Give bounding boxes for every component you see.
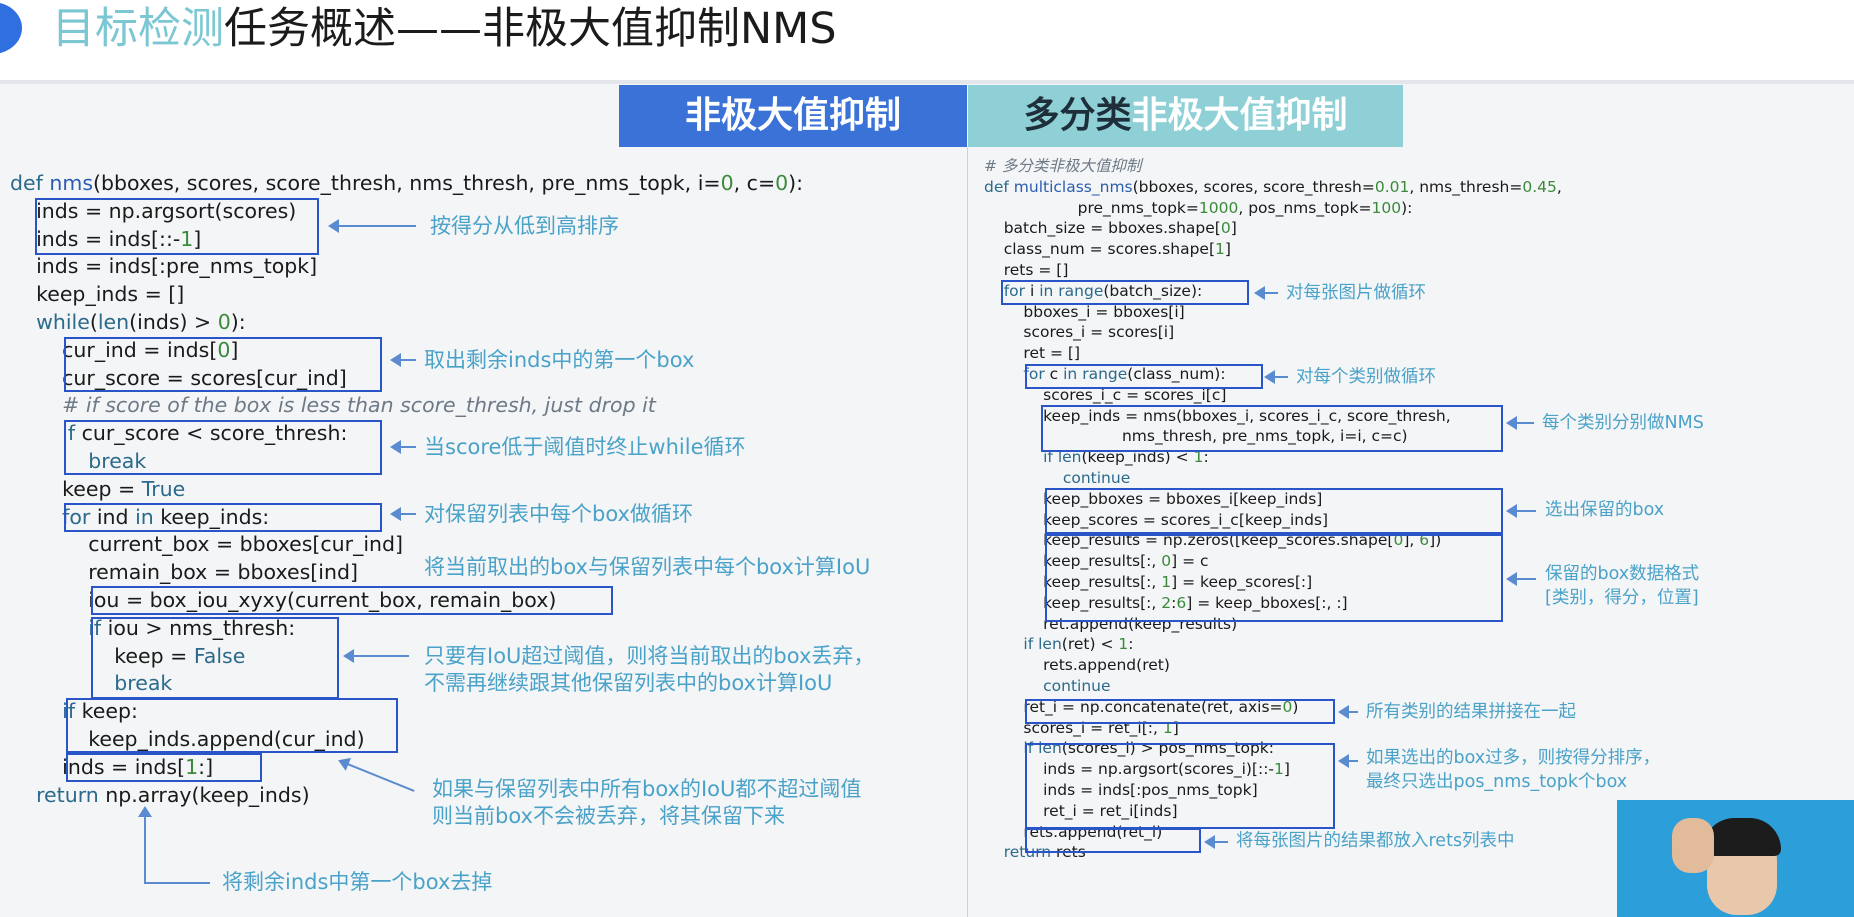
code-comment: # 多分类非极大值抑制 (984, 157, 1142, 175)
note: 将剩余inds中第一个box去掉 (222, 870, 493, 894)
note: 选出保留的box (1545, 500, 1665, 520)
code-line: if len(ret) < 1: (1023, 635, 1134, 654)
presenter-webcam (1617, 800, 1854, 917)
highlight-box (64, 420, 382, 475)
highlight-box (64, 503, 382, 532)
slide-title: 目标检测任务概述——非极大值抑制NMS (52, 4, 837, 54)
code-line: remain_box = bboxes[ind] (10, 560, 358, 585)
note: 将每张图片的结果都放入rets列表中 (1236, 831, 1515, 851)
arrow (1506, 504, 1536, 518)
highlight-box (91, 586, 613, 615)
title-divider (0, 80, 1854, 84)
arrow (1264, 370, 1288, 384)
arrow (390, 507, 416, 521)
arrow (390, 353, 416, 367)
highlight-box (1045, 534, 1503, 622)
arrow (390, 440, 416, 454)
code-line: ret = [] (984, 344, 1080, 363)
arrow-shaft (144, 882, 210, 884)
arrow-shaft (144, 812, 146, 884)
code-line: continue (1062, 468, 1131, 487)
code-line: batch_size = bboxes.shape[0] (984, 219, 1237, 238)
code-line: rets = [] (984, 260, 1069, 279)
note: 对每个类别做循环 (1296, 367, 1436, 387)
highlight-box (1025, 743, 1335, 829)
highlight-box (64, 337, 382, 392)
code-line: scores_i = scores[i] (984, 323, 1175, 342)
highlight-box (91, 617, 339, 699)
title-highlight: 目标检测 (52, 4, 224, 54)
code-line: def nms(bboxes, scores, score_thresh, nm… (10, 171, 804, 195)
highlight-box (1025, 364, 1263, 389)
arrow (1338, 754, 1358, 768)
highlight-box (35, 198, 319, 255)
highlight-box (66, 698, 398, 753)
highlight-box (1025, 828, 1201, 853)
banner-multiclass-nms: 多分类非极大值抑制 (968, 85, 1403, 147)
note: 如果与保留列表中所有box的IoU都不超过阈值 则当前box不会被丢弃，将其保留… (432, 777, 862, 828)
highlight-box (1001, 280, 1249, 305)
note: 按得分从低到高排序 (430, 214, 619, 238)
presenter-hair (1703, 818, 1781, 856)
code-line: keep_inds = [] (10, 282, 185, 307)
code-line: while(len(inds) > 0): (36, 309, 246, 334)
title-rest: 任务概述——非极大值抑制NMS (224, 4, 837, 54)
code-line: continue (1043, 676, 1111, 695)
note: 每个类别分别做NMS (1542, 413, 1704, 433)
code-line: keep = True (10, 476, 186, 501)
arrow (1254, 286, 1278, 300)
note: 对保留列表中每个box做循环 (424, 502, 693, 526)
highlight-box (1045, 488, 1503, 534)
arrow (1338, 705, 1358, 719)
arrow (1204, 835, 1228, 849)
column-separator (967, 147, 968, 917)
banner-nms: 非极大值抑制 (619, 85, 967, 147)
code-line: bboxes_i = bboxes[i] (984, 302, 1185, 321)
highlight-box (66, 753, 262, 782)
banner-nms-word: 非极大值抑制 (1131, 95, 1348, 136)
note: 所有类别的结果拼接在一起 (1366, 702, 1576, 722)
highlight-box (1025, 699, 1335, 724)
code-comment: # if score of the box is less than score… (10, 393, 656, 418)
arrow (343, 649, 409, 663)
arrow (1506, 416, 1534, 430)
code-line: def multiclass_nms(bboxes, scores, score… (984, 177, 1562, 196)
code-line: class_num = scores.shape[1] (984, 240, 1231, 259)
arrow-head (138, 806, 152, 817)
note: 取出剩余inds中的第一个box (424, 348, 695, 372)
code-line: rets.append(ret) (984, 656, 1170, 675)
note: 当score低于阈值时终止while循环 (424, 435, 746, 459)
note: 将当前取出的box与保留列表中每个box计算IoU (424, 555, 871, 579)
code-line: pre_nms_topk=1000, pos_nms_topk=100): (984, 198, 1413, 217)
highlight-box (1041, 405, 1503, 452)
code-line: inds = inds[:pre_nms_topk] (10, 254, 318, 279)
presenter-hand (1672, 818, 1714, 873)
code-line: current_box = bboxes[cur_ind] (10, 532, 404, 557)
note: 保留的box数据格式 [类别，得分，位置] (1545, 564, 1700, 608)
note: 对每张图片做循环 (1286, 283, 1426, 303)
code-line: return np.array(keep_inds) (36, 782, 310, 807)
note: 只要有IoU超过阈值，则将当前取出的box丢弃， 不需再继续跟其他保留列表中的b… (424, 644, 875, 695)
arrow (328, 219, 416, 233)
arrow (1506, 572, 1536, 586)
banner-multiclass-word: 多分类 (1023, 95, 1132, 136)
note: 如果选出的box过多，则按得分排序， 最终只选出pos_nms_topk个box (1366, 748, 1661, 792)
